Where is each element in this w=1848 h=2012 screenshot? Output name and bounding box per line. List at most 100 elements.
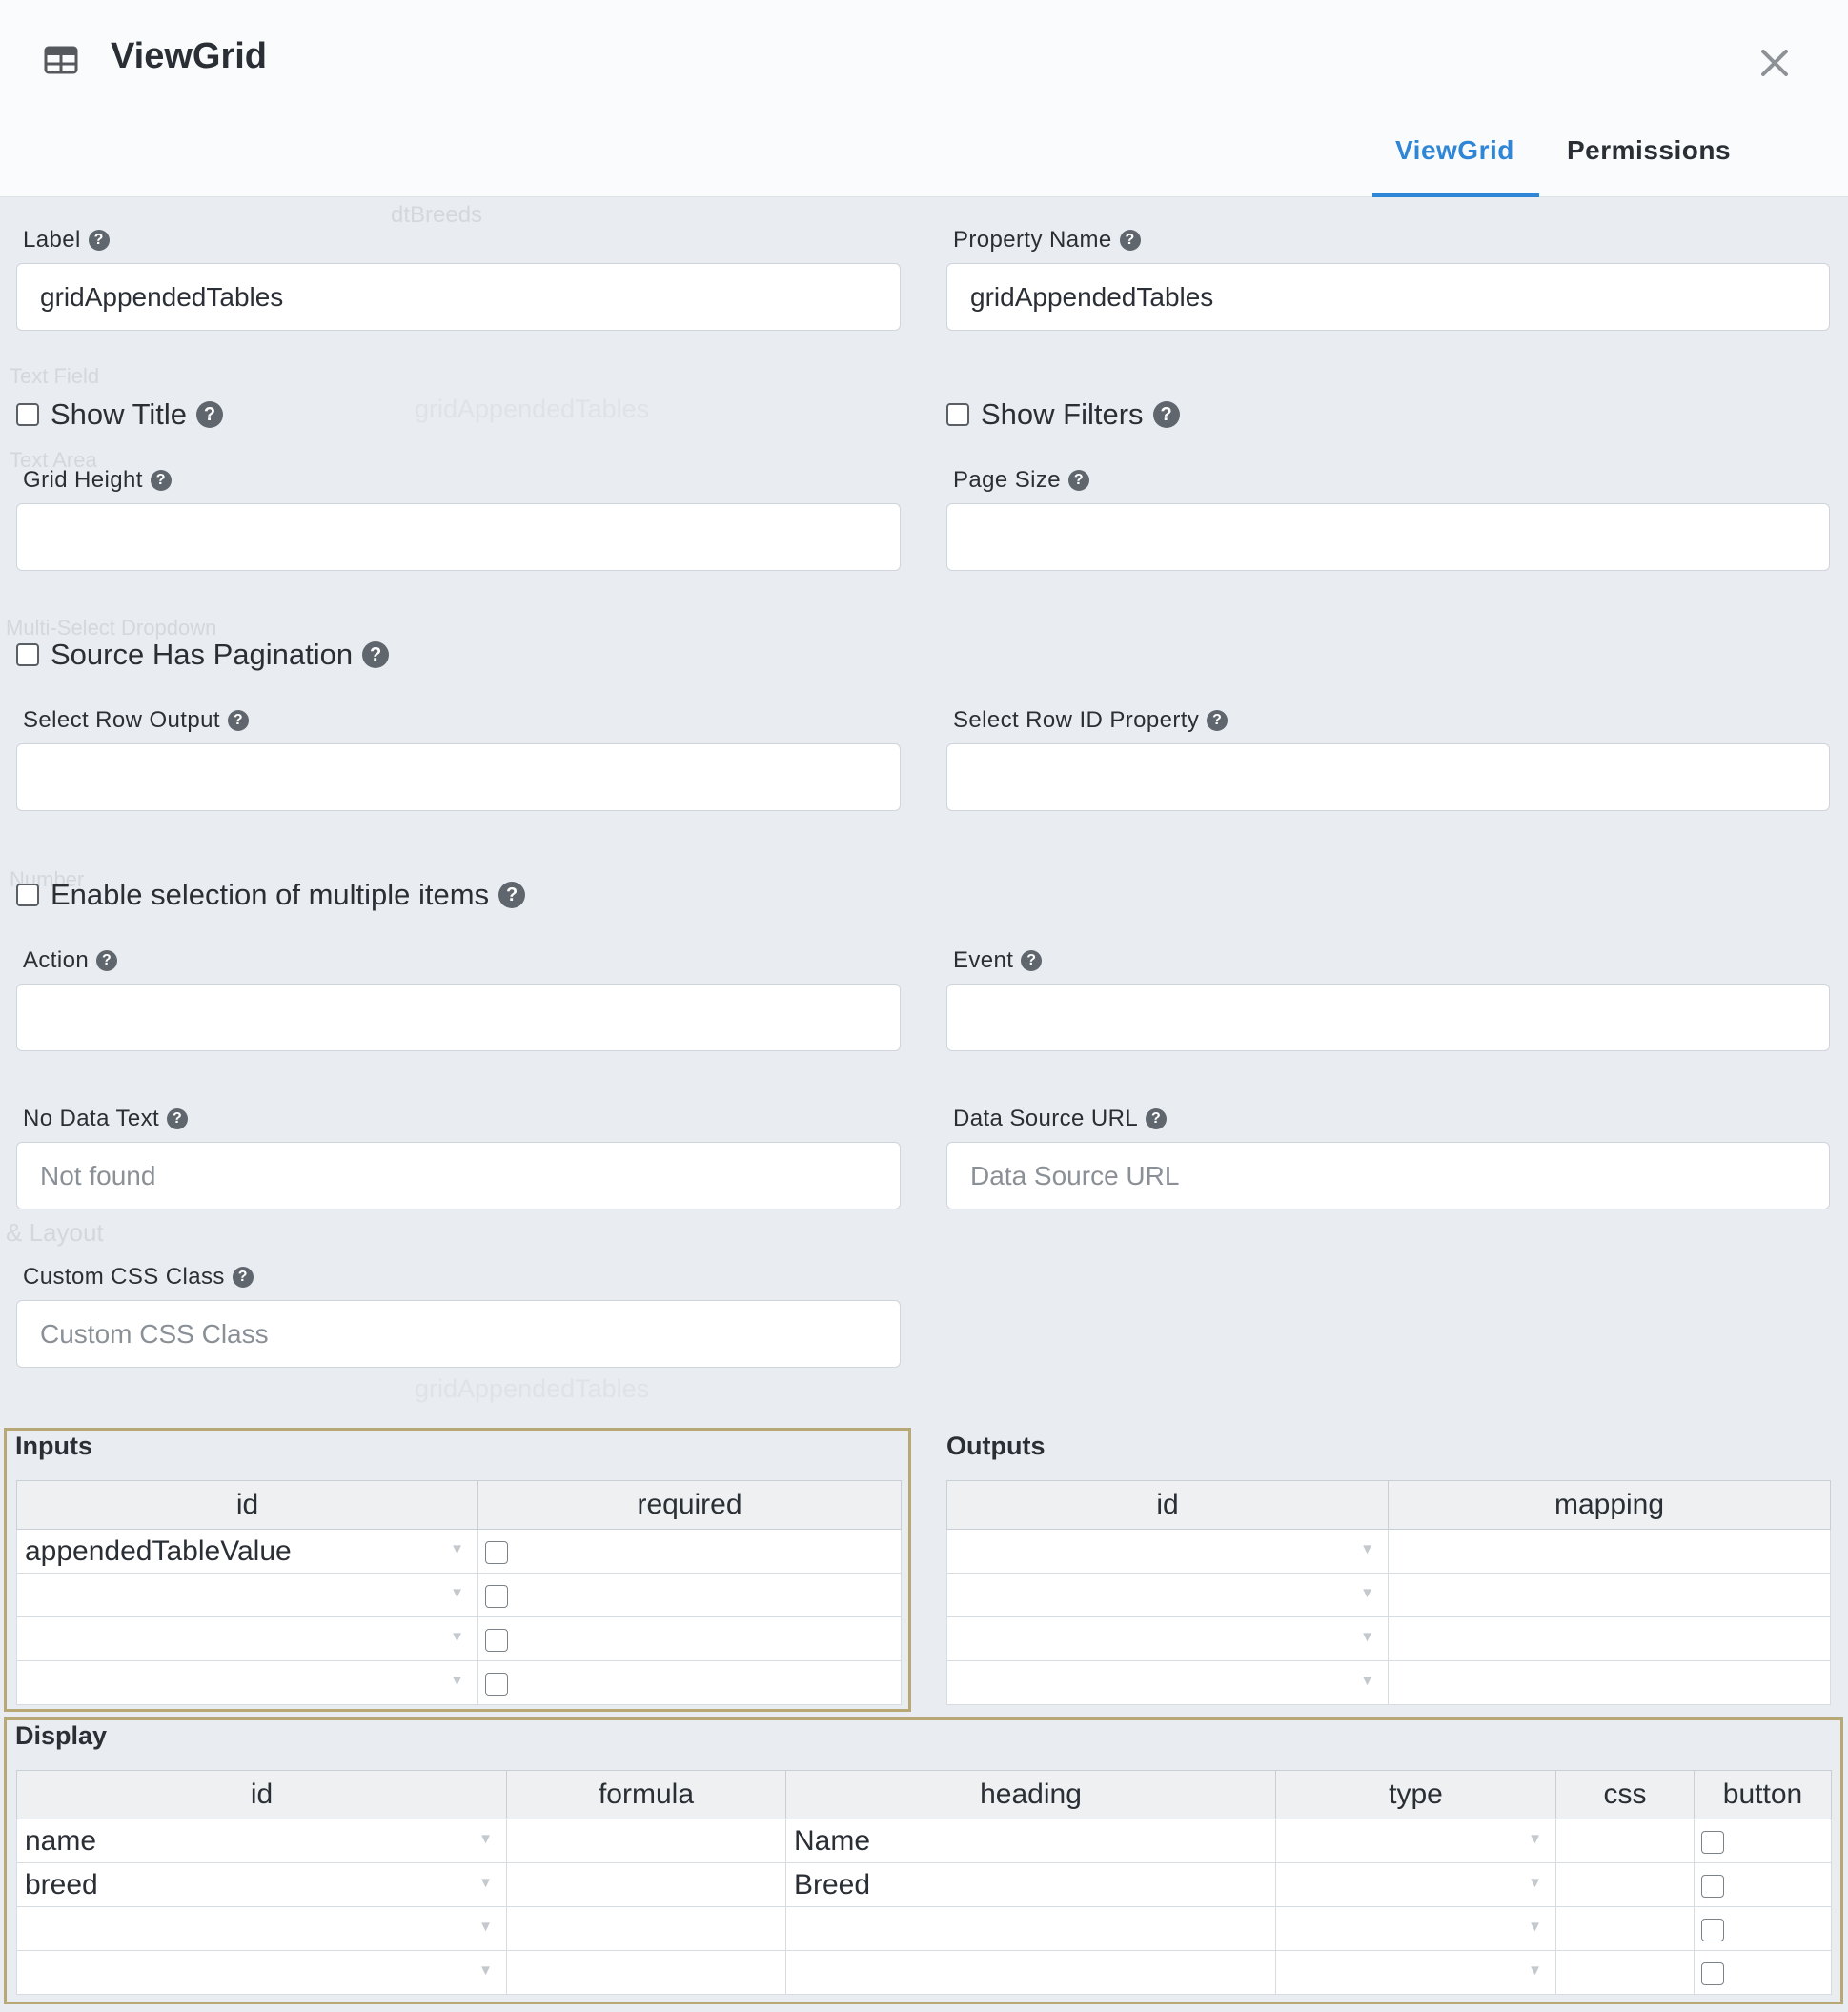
id-dropdown-cell[interactable] (946, 1529, 1389, 1574)
formula-cell[interactable] (506, 1862, 786, 1907)
help-icon[interactable]: ? (1119, 230, 1141, 251)
data-source-url-input[interactable]: Data Source URL (946, 1142, 1830, 1209)
help-icon[interactable]: ? (498, 882, 526, 908)
css-cell[interactable] (1555, 1862, 1695, 1907)
id-dropdown-cell[interactable] (16, 1660, 478, 1705)
help-icon[interactable]: ? (227, 710, 249, 731)
help-icon[interactable]: ? (96, 950, 118, 971)
type-dropdown-cell[interactable] (1275, 1862, 1556, 1907)
tab-viewgrid[interactable]: ViewGrid (1395, 135, 1514, 166)
id-dropdown-cell[interactable]: breed (16, 1862, 507, 1907)
id-dropdown-cell[interactable] (946, 1573, 1389, 1617)
required-cell (477, 1529, 902, 1574)
help-icon[interactable]: ? (167, 1108, 189, 1129)
required-cell (477, 1660, 902, 1705)
button-checkbox[interactable] (1701, 1961, 1724, 1985)
grid-height-input[interactable] (16, 503, 901, 571)
mapping-cell[interactable] (1388, 1573, 1831, 1617)
page-size-input[interactable] (946, 503, 1830, 571)
heading-cell[interactable] (785, 1906, 1276, 1951)
mapping-cell[interactable] (1388, 1660, 1831, 1705)
action-input[interactable] (16, 984, 901, 1051)
help-icon[interactable]: ? (232, 1267, 254, 1288)
mapping-cell[interactable] (1388, 1616, 1831, 1661)
display-table: id formula heading type css button name … (16, 1770, 1832, 1995)
formula-cell[interactable] (506, 1950, 786, 1995)
help-icon[interactable]: ? (1152, 401, 1180, 428)
button-cell (1694, 1862, 1832, 1907)
custom-css-class-input[interactable]: Custom CSS Class (16, 1300, 901, 1368)
css-cell[interactable] (1555, 1906, 1695, 1951)
help-icon[interactable]: ? (196, 401, 224, 428)
source-has-pagination-option: Source Has Pagination? (16, 638, 390, 672)
required-checkbox[interactable] (485, 1672, 508, 1696)
id-dropdown-cell[interactable] (16, 1573, 478, 1617)
data-source-url-label: Data Source URL? (953, 1106, 1168, 1132)
id-dropdown-cell[interactable] (16, 1950, 507, 1995)
id-dropdown-cell[interactable] (16, 1906, 507, 1951)
ghost-text: gridAppendedTables (415, 1374, 650, 1403)
show-title-option: Show Title? (16, 397, 224, 432)
formula-cell[interactable] (506, 1906, 786, 1951)
event-input[interactable] (946, 984, 1830, 1051)
show-filters-checkbox[interactable] (946, 403, 969, 426)
help-icon[interactable]: ? (1068, 470, 1090, 491)
heading-cell[interactable] (785, 1950, 1276, 1995)
event-label: Event? (953, 947, 1043, 974)
id-dropdown-cell[interactable] (946, 1616, 1389, 1661)
table-row (946, 1573, 1831, 1617)
button-checkbox[interactable] (1701, 1918, 1724, 1941)
type-dropdown-cell[interactable] (1275, 1950, 1556, 1995)
enable-multi-select-checkbox[interactable] (16, 884, 39, 906)
tab-permissions[interactable]: Permissions (1567, 135, 1731, 166)
table-row (16, 1906, 1832, 1951)
no-data-text-input[interactable]: Not found (16, 1142, 901, 1209)
table-row: appendedTableValue (16, 1529, 902, 1574)
type-dropdown-cell[interactable] (1275, 1906, 1556, 1951)
select-row-id-property-input[interactable] (946, 743, 1830, 811)
modal-header: ViewGrid ViewGrid Permissions (0, 0, 1848, 197)
outputs-table: id mapping (946, 1480, 1831, 1705)
button-cell (1694, 1819, 1832, 1863)
column-header: css (1555, 1770, 1695, 1819)
id-dropdown-cell[interactable] (946, 1660, 1389, 1705)
select-row-output-input[interactable] (16, 743, 901, 811)
property-name-label: Property Name? (953, 227, 1141, 254)
id-dropdown-cell[interactable] (16, 1616, 478, 1661)
property-name-input[interactable]: gridAppendedTables (946, 263, 1830, 331)
enable-multi-select-option: Enable selection of multiple items? (16, 878, 526, 912)
heading-cell[interactable]: Name (785, 1819, 1276, 1863)
required-checkbox[interactable] (485, 1628, 508, 1652)
id-dropdown-cell[interactable]: appendedTableValue (16, 1529, 478, 1574)
help-icon[interactable]: ? (1146, 1108, 1168, 1129)
required-checkbox[interactable] (485, 1584, 508, 1608)
help-icon[interactable]: ? (88, 230, 110, 251)
mapping-cell[interactable] (1388, 1529, 1831, 1574)
select-row-id-property-label: Select Row ID Property? (953, 707, 1229, 734)
show-title-checkbox[interactable] (16, 403, 39, 426)
help-icon[interactable]: ? (1207, 710, 1229, 731)
table-row: name Name (16, 1819, 1832, 1863)
show-filters-option: Show Filters? (946, 397, 1180, 432)
inputs-table: id required appendedTableValue (16, 1480, 902, 1705)
help-icon[interactable]: ? (1021, 950, 1043, 971)
custom-css-class-label: Custom CSS Class? (23, 1264, 254, 1291)
css-cell[interactable] (1555, 1950, 1695, 1995)
id-dropdown-cell[interactable]: name (16, 1819, 507, 1863)
css-cell[interactable] (1555, 1819, 1695, 1863)
button-cell (1694, 1950, 1832, 1995)
type-dropdown-cell[interactable] (1275, 1819, 1556, 1863)
close-icon[interactable] (1756, 44, 1794, 82)
button-checkbox[interactable] (1701, 1830, 1724, 1854)
source-has-pagination-checkbox[interactable] (16, 643, 39, 666)
table-row (946, 1616, 1831, 1661)
active-tab-indicator (1372, 193, 1539, 197)
help-icon[interactable]: ? (362, 641, 390, 668)
heading-cell[interactable]: Breed (785, 1862, 1276, 1907)
formula-cell[interactable] (506, 1819, 786, 1863)
required-checkbox[interactable] (485, 1540, 508, 1564)
button-checkbox[interactable] (1701, 1874, 1724, 1898)
column-header: button (1694, 1770, 1832, 1819)
label-input[interactable]: gridAppendedTables (16, 263, 901, 331)
help-icon[interactable]: ? (150, 470, 172, 491)
